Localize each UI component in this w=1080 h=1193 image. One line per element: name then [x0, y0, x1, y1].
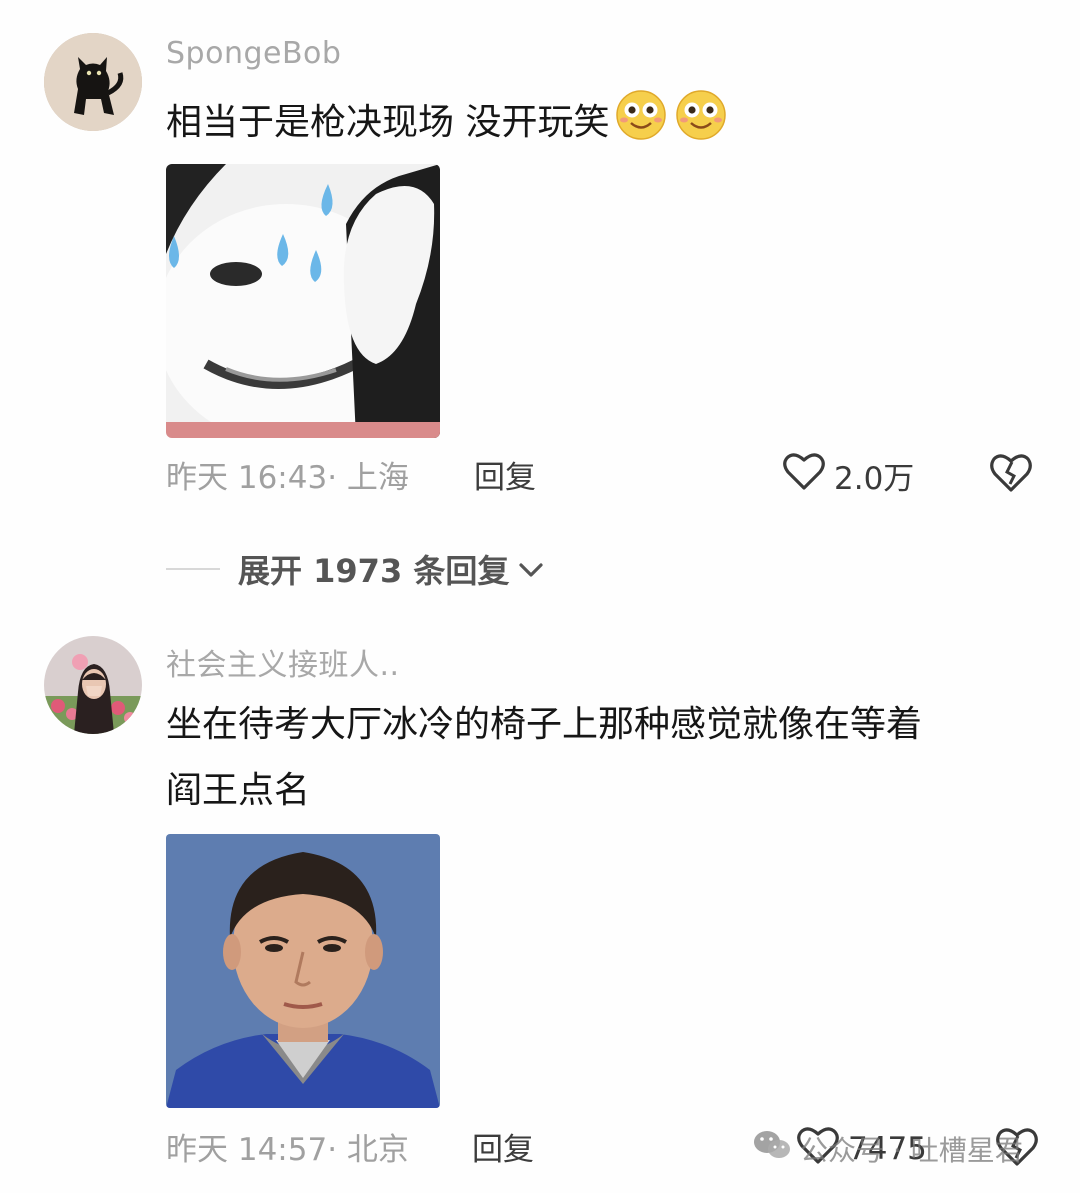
- watermark-text: 公众号 · 吐槽星君: [800, 1133, 1023, 1167]
- wechat-icon: [752, 1128, 792, 1169]
- username[interactable]: SpongeBob: [166, 36, 341, 71]
- comment-time-location: 昨天 14:57· 北京: [166, 1132, 409, 1168]
- divider-line: [166, 568, 220, 570]
- broken-heart-icon: [988, 454, 1034, 498]
- comment-image[interactable]: [166, 834, 440, 1108]
- smiling-face-emoji-icon: [613, 88, 669, 142]
- comment-image[interactable]: [166, 164, 440, 438]
- reply-button[interactable]: 回复: [474, 452, 536, 497]
- comment-text: 相当于是枪决现场 没开玩笑: [166, 88, 1046, 156]
- comment-text-content: 相当于是枪决现场 没开玩笑: [166, 102, 610, 143]
- like-button[interactable]: 2.0万: [782, 450, 914, 500]
- comment-text: 坐在待考大厅冰冷的椅子上那种感觉就像在等着 阎王点名: [166, 692, 1046, 824]
- username[interactable]: 社会主义接班人..: [166, 640, 400, 684]
- dislike-button[interactable]: [988, 450, 1034, 498]
- chevron-down-icon: [517, 550, 545, 588]
- avatar[interactable]: [44, 636, 142, 734]
- comment-text-line-2: 阎王点名: [166, 770, 311, 811]
- expand-replies-label: 展开 1973 条回复: [238, 552, 510, 590]
- expand-replies-button[interactable]: 展开 1973 条回复: [166, 546, 545, 592]
- watermark: 公众号 · 吐槽星君: [752, 1128, 1023, 1169]
- heart-icon: [782, 450, 826, 500]
- like-count: 2.0万: [834, 460, 915, 497]
- smiling-face-emoji-icon: [673, 88, 729, 142]
- reply-button[interactable]: 回复: [472, 1124, 534, 1169]
- avatar[interactable]: [44, 33, 142, 131]
- comment-text-line-1: 坐在待考大厅冰冷的椅子上那种感觉就像在等着: [166, 704, 923, 745]
- comment-time-location: 昨天 16:43· 上海: [166, 460, 409, 496]
